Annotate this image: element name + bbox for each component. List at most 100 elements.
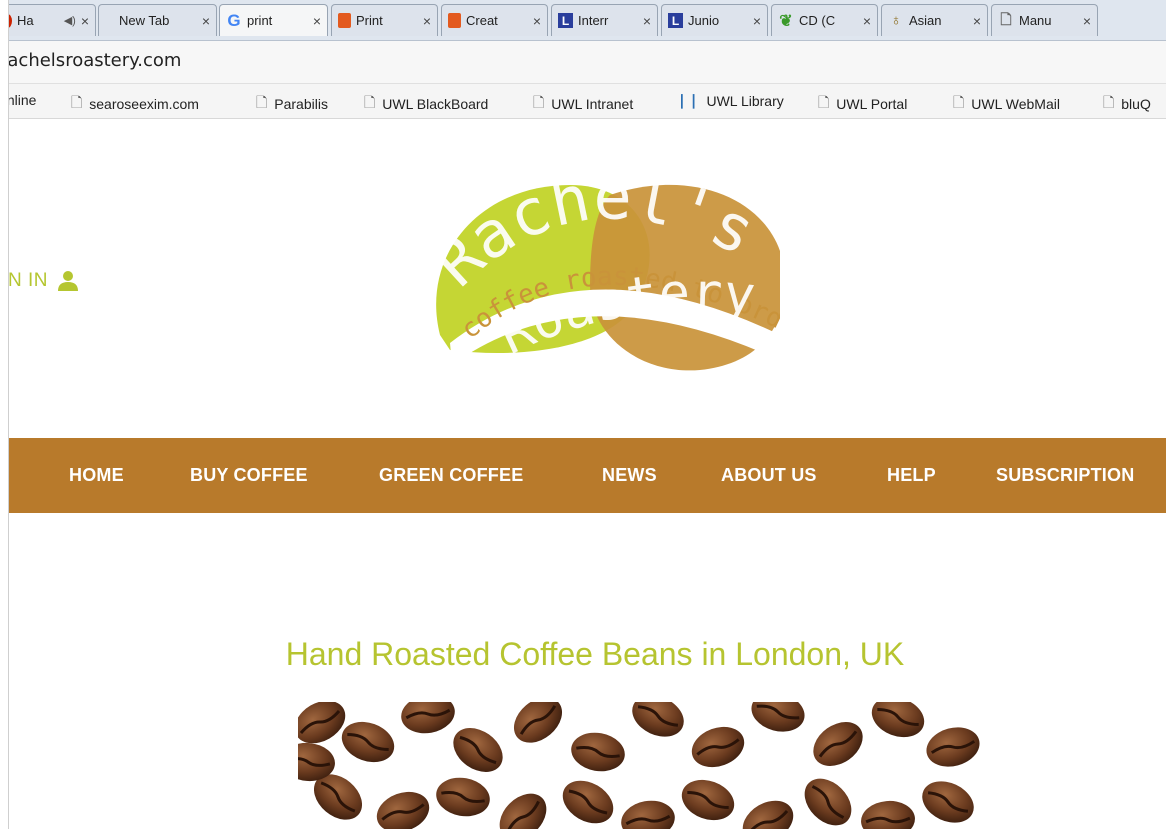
- bookmark-label: Parabilis: [274, 96, 328, 112]
- bookmark-uwl-webmail[interactable]: 🗋 UWL WebMail: [953, 92, 1060, 116]
- nav-subscription[interactable]: SUBSCRIPTION: [996, 465, 1134, 486]
- tab-label: CD (C: [799, 13, 836, 28]
- page-icon: 🗋: [1103, 94, 1115, 110]
- page-icon: 🗋: [953, 94, 965, 110]
- office-icon: [448, 13, 461, 28]
- close-icon[interactable]: ×: [81, 13, 89, 29]
- nav-news[interactable]: NEWS: [602, 465, 657, 486]
- tab-print-office[interactable]: Print ×: [331, 4, 438, 36]
- url-text[interactable]: rachelsroastery.com: [0, 50, 181, 71]
- nav-green-coffee[interactable]: GREEN COFFEE: [379, 465, 523, 486]
- close-icon[interactable]: ×: [533, 13, 541, 29]
- coffee-bean: [922, 781, 974, 823]
- bookmark-uwl-library[interactable]: ❘❘ UWL Library: [676, 92, 784, 109]
- page-icon: 🗋: [533, 94, 545, 110]
- tab-label: Ha: [17, 13, 34, 28]
- coffee-bean: [804, 778, 852, 826]
- coffee-bean: [571, 732, 625, 772]
- bookmark-uwl-portal[interactable]: 🗋 UWL Portal: [818, 92, 907, 116]
- tab-print-google[interactable]: G print ×: [219, 4, 328, 36]
- coffee-bean: [861, 800, 915, 829]
- coffee-bean: [436, 777, 490, 817]
- tab-cd[interactable]: ❦ CD (C ×: [771, 4, 878, 36]
- nav-about-us[interactable]: ABOUT US: [721, 465, 817, 486]
- coffee-bean: [562, 780, 614, 824]
- page-icon: 🗋: [1000, 10, 1012, 27]
- cd-leaf-icon: ❦: [779, 12, 793, 30]
- coffee-bean: [621, 800, 675, 829]
- tab-create-office[interactable]: Creat ×: [441, 4, 548, 36]
- tab-label: Junio: [688, 13, 720, 28]
- page-icon: 🗋: [818, 94, 830, 110]
- nav-help[interactable]: HELP: [887, 465, 936, 486]
- bookmark-label: UWL Intranet: [551, 96, 634, 112]
- user-icon: [58, 271, 78, 291]
- bookmark-label: searoseexim.com: [89, 96, 199, 112]
- l-logo-icon: L: [558, 13, 573, 28]
- tab-label: Asian: [909, 13, 942, 28]
- bookmark-uwl-blackboard[interactable]: 🗋 UWL BlackBoard: [364, 92, 488, 116]
- tab-asian[interactable]: ♁ Asian ×: [881, 4, 988, 36]
- lightbulb-icon: ♁: [890, 12, 902, 29]
- bookmark-label: UWL BlackBoard: [382, 96, 489, 112]
- audio-icon[interactable]: ◀): [64, 14, 76, 27]
- close-icon[interactable]: ×: [423, 13, 431, 29]
- coffee-bean: [751, 702, 805, 732]
- coffee-bean: [513, 702, 563, 743]
- window-left-border: [0, 0, 9, 829]
- coffee-bean: [376, 791, 430, 829]
- close-icon[interactable]: ×: [202, 13, 210, 29]
- coffee-bean: [681, 779, 735, 821]
- coffee-bean: [742, 800, 794, 829]
- page-icon: 🗋: [364, 94, 376, 110]
- tab-label: New Tab: [119, 13, 170, 28]
- bookmark-searoseexim[interactable]: 🗋 searoseexim.com: [71, 92, 199, 116]
- coffee-beans-image: [298, 702, 982, 829]
- tab-label: print: [247, 13, 273, 28]
- sign-in-link[interactable]: N IN: [8, 270, 79, 292]
- close-icon[interactable]: ×: [863, 13, 871, 29]
- coffee-bean: [341, 721, 395, 763]
- bookmark-label: UWL Library: [706, 92, 784, 109]
- coffee-bean: [401, 702, 455, 734]
- tab-label: Creat: [466, 13, 498, 28]
- address-bar[interactable]: rachelsroastery.com: [0, 41, 1166, 84]
- bookmarks-bar: Online 🗋 searoseexim.com 🗋 Parabilis 🗋 U…: [0, 84, 1166, 119]
- close-icon[interactable]: ×: [973, 13, 981, 29]
- coffee-bean: [632, 702, 684, 737]
- l-logo-icon: L: [668, 13, 683, 28]
- bookmark-parabilis[interactable]: 🗋 Parabilis: [256, 92, 328, 116]
- bookmark-bluq[interactable]: 🗋 bluQ: [1103, 92, 1151, 116]
- tab-manu[interactable]: 🗋 Manu ×: [991, 4, 1098, 36]
- bookmark-label: UWL WebMail: [971, 96, 1060, 112]
- coffee-bean: [453, 728, 503, 772]
- bookmark-label: bluQ: [1121, 96, 1151, 112]
- tab-label: Interr: [578, 13, 609, 28]
- bookmark-uwl-intranet[interactable]: 🗋 UWL Intranet: [533, 92, 633, 116]
- nav-home[interactable]: HOME: [69, 465, 124, 486]
- page-heading-wrap: Hand Roasted Coffee Beans in London, UK: [0, 636, 1166, 673]
- close-icon[interactable]: ×: [643, 13, 651, 29]
- main-nav: HOME BUY COFFEE GREEN COFFEE NEWS ABOUT …: [8, 438, 1166, 513]
- page-icon: 🗋: [71, 94, 83, 110]
- rachels-roastery-logo[interactable]: Rachel's coffee roasted to order Roaster…: [420, 165, 780, 380]
- close-icon[interactable]: ×: [313, 13, 321, 29]
- page-icon: 🗋: [256, 94, 268, 110]
- tab-junio[interactable]: L Junio ×: [661, 4, 768, 36]
- library-icon: ❘❘: [676, 92, 700, 108]
- browser-tab-strip: Ha ◀) × New Tab × G print × Print × Crea…: [0, 0, 1166, 41]
- office-icon: [338, 13, 351, 28]
- tab-ha[interactable]: Ha ◀) ×: [0, 4, 96, 36]
- google-icon: G: [227, 10, 241, 30]
- bookmark-label: UWL Portal: [836, 96, 908, 112]
- coffee-bean: [499, 793, 547, 829]
- coffee-bean: [926, 727, 980, 767]
- sign-in-label: N IN: [8, 270, 48, 291]
- nav-buy-coffee[interactable]: BUY COFFEE: [190, 465, 308, 486]
- tab-new-tab[interactable]: New Tab ×: [98, 4, 217, 36]
- close-icon[interactable]: ×: [753, 13, 761, 29]
- page-heading: Hand Roasted Coffee Beans in London, UK: [285, 636, 905, 672]
- coffee-bean: [871, 702, 925, 738]
- close-icon[interactable]: ×: [1083, 13, 1091, 29]
- tab-interr[interactable]: L Interr ×: [551, 4, 658, 36]
